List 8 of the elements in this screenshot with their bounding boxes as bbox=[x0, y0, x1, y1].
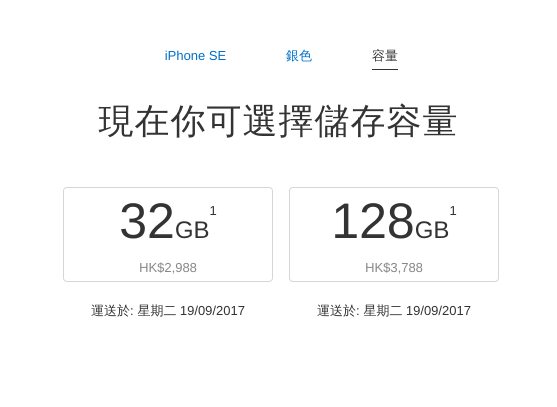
nav-tab[interactable]: 銀色 bbox=[286, 48, 312, 70]
delivery-date: 運送於: 星期二 19/09/2017 bbox=[91, 302, 245, 320]
price-label: HK$3,788 bbox=[365, 260, 423, 275]
page-heading: 現在你可選擇儲存容量 bbox=[98, 101, 460, 143]
nav-tab[interactable]: 容量 bbox=[372, 48, 398, 70]
delivery-date: 運送於: 星期二 19/09/2017 bbox=[317, 302, 471, 320]
nav-tab[interactable]: iPhone SE bbox=[164, 48, 226, 70]
price-label: HK$2,988 bbox=[139, 260, 197, 275]
